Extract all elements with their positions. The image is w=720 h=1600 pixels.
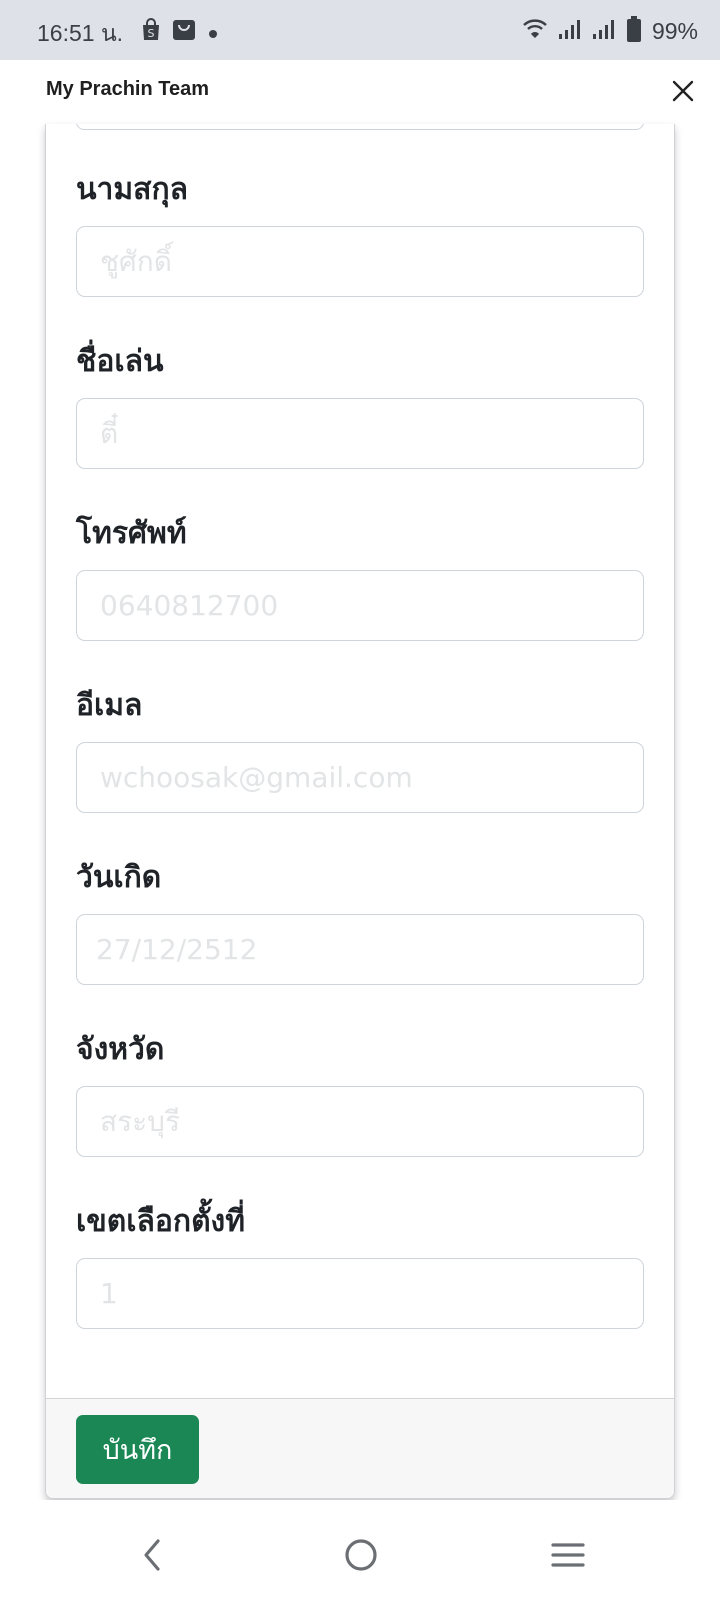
field-phone: โทรศัพท์ [76,510,644,641]
field-label: นามสกุล [76,172,188,207]
constituency-input[interactable] [76,1258,644,1329]
field-surname: นามสกุล [76,166,644,297]
bag-icon [172,18,196,42]
field-label: โทรศัพท์ [76,516,187,551]
surname-input[interactable] [76,226,644,297]
field-label: เขตเลือกตั้งที่ [76,1204,245,1239]
field-label: จังหวัด [76,1032,165,1067]
home-icon [345,1539,377,1571]
status-bar: 16:51 น. S 99% [0,0,720,60]
profile-form-modal: นามสกุล ชื่อเล่น โทรศัพท์ อีเมล วันเกิด … [45,124,675,1499]
field-label: ชื่อเล่น [76,344,164,379]
close-button[interactable] [666,74,700,108]
field-constituency: เขตเลือกตั้งที่ [76,1198,644,1329]
phone-input[interactable] [76,570,644,641]
app-title: My Prachin Team [46,78,210,100]
signal-icon [592,18,616,44]
province-input[interactable] [76,1086,644,1157]
close-icon [672,80,694,102]
field-label: วันเกิด [76,860,162,895]
save-button[interactable]: บันทึก [76,1415,199,1484]
status-right-group: 99% [522,16,698,46]
shop-icon: S [140,18,164,42]
battery-percent: 99% [651,17,698,44]
home-button[interactable] [336,1530,386,1580]
svg-text:S: S [148,27,155,40]
system-nav-bar [0,1500,720,1600]
birthdate-input[interactable] [76,914,644,985]
back-button[interactable] [128,1530,178,1580]
field-label: อีเมล [76,688,143,723]
signal-icon [558,18,582,44]
wifi-icon [522,18,548,44]
status-time: 16:51 น. [37,20,124,46]
back-icon [144,1539,160,1571]
field-birthdate: วันเกิด [76,854,644,985]
field-email: อีเมล [76,682,644,813]
battery-icon [626,16,642,46]
nickname-input[interactable] [76,398,644,469]
recents-icon [551,1543,585,1567]
email-input[interactable] [76,742,644,813]
notification-dot-icon [208,24,218,38]
modal-footer: บันทึก [46,1398,674,1498]
recents-button[interactable] [543,1530,593,1580]
field-nickname: ชื่อเล่น [76,338,644,469]
previous-field-input-edge[interactable] [76,124,644,130]
app-header: My Prachin Team [0,60,720,124]
field-province: จังหวัด [76,1026,644,1157]
